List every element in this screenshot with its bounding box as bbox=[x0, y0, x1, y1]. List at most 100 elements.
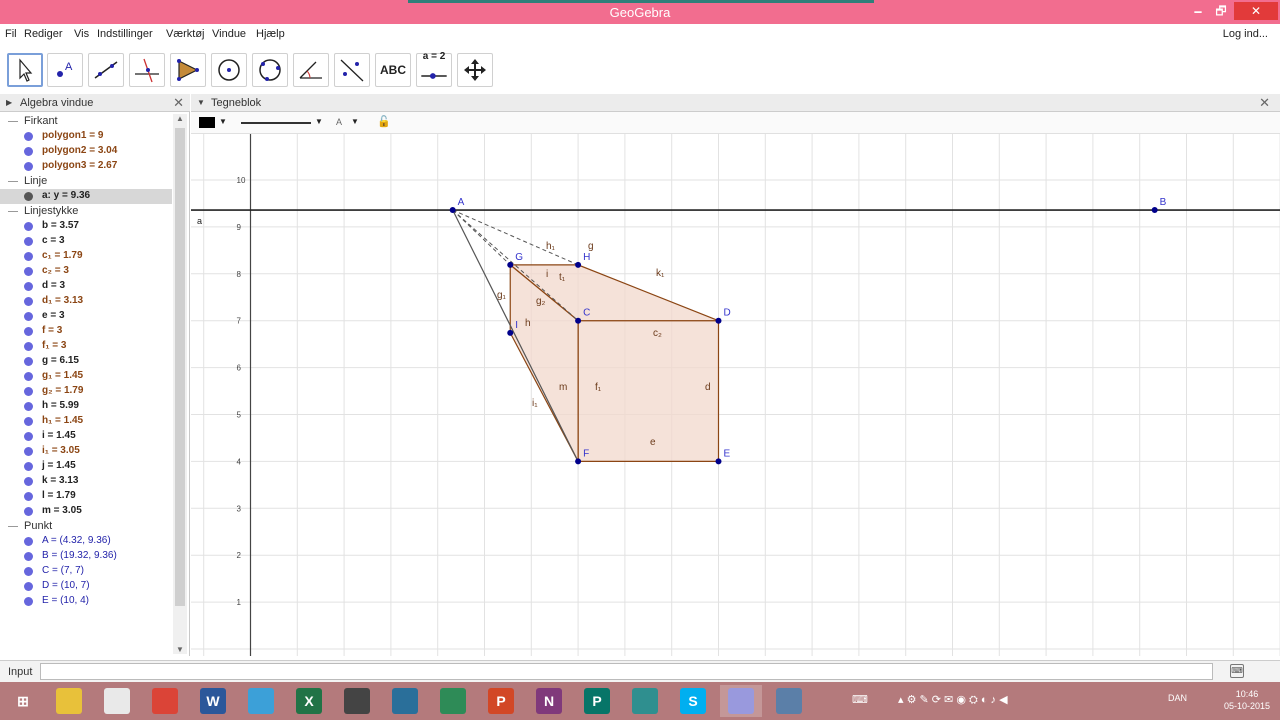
visibility-toggle[interactable] bbox=[24, 327, 33, 336]
algebra-item[interactable]: c₁ = 1.79 bbox=[0, 249, 172, 264]
taskbar-network-app[interactable] bbox=[768, 685, 810, 717]
point[interactable] bbox=[449, 207, 456, 214]
scroll-down-icon[interactable]: ▼ bbox=[176, 645, 184, 654]
visibility-toggle[interactable] bbox=[24, 267, 33, 276]
algebra-item[interactable]: m = 3.05 bbox=[0, 504, 172, 519]
point-tool-button[interactable]: A bbox=[47, 53, 83, 87]
algebra-item[interactable]: g₁ = 1.45 bbox=[0, 369, 172, 384]
algebra-item[interactable]: i = 1.45 bbox=[0, 429, 172, 444]
polygon-tool-button[interactable] bbox=[170, 53, 206, 87]
algebra-item[interactable]: e = 3 bbox=[0, 309, 172, 324]
algebra-item[interactable]: d = 3 bbox=[0, 279, 172, 294]
visibility-toggle[interactable] bbox=[24, 192, 33, 201]
visibility-toggle[interactable] bbox=[24, 597, 33, 606]
algebra-item[interactable]: d₁ = 3.13 bbox=[0, 294, 172, 309]
visibility-toggle[interactable] bbox=[24, 447, 33, 456]
visibility-toggle[interactable] bbox=[24, 312, 33, 321]
point[interactable] bbox=[575, 261, 582, 268]
algebra-item[interactable]: polygon3 = 2.67 bbox=[0, 159, 172, 174]
circle-tool-button[interactable] bbox=[211, 53, 247, 87]
algebra-item[interactable]: polygon1 = 9 bbox=[0, 129, 172, 144]
visibility-toggle[interactable] bbox=[24, 132, 33, 141]
visibility-toggle[interactable] bbox=[24, 222, 33, 231]
reflect-tool-button[interactable] bbox=[334, 53, 370, 87]
algebra-item[interactable]: f₁ = 3 bbox=[0, 339, 172, 354]
algebra-item[interactable]: polygon2 = 3.04 bbox=[0, 144, 172, 159]
visibility-toggle[interactable] bbox=[24, 432, 33, 441]
visibility-toggle[interactable] bbox=[24, 357, 33, 366]
algebra-item[interactable]: b = 3.57 bbox=[0, 219, 172, 234]
visibility-toggle[interactable] bbox=[24, 342, 33, 351]
algebra-item[interactable]: j = 1.45 bbox=[0, 459, 172, 474]
taskbar-chrome[interactable] bbox=[144, 685, 186, 717]
move-tool-button[interactable] bbox=[7, 53, 43, 87]
visibility-toggle[interactable] bbox=[24, 237, 33, 246]
algebra-item[interactable]: B = (19.32, 9.36) bbox=[0, 549, 172, 564]
chevron-down-icon[interactable]: ▼ bbox=[315, 117, 323, 126]
algebra-category[interactable]: Linjestykke bbox=[0, 204, 172, 219]
scroll-up-icon[interactable]: ▲ bbox=[176, 114, 184, 123]
chevron-down-icon[interactable]: ▼ bbox=[219, 117, 227, 126]
menu-vis[interactable]: Vis bbox=[74, 28, 89, 40]
algebra-category[interactable]: Punkt bbox=[0, 519, 172, 534]
algebra-item[interactable]: f = 3 bbox=[0, 324, 172, 339]
visibility-toggle[interactable] bbox=[24, 492, 33, 501]
taskbar-file-explorer[interactable] bbox=[48, 685, 90, 717]
slider-tool-button[interactable]: a = 2 bbox=[416, 51, 452, 87]
algebra-scrollbar[interactable]: ▲ ▼ bbox=[173, 114, 187, 654]
visibility-toggle[interactable] bbox=[24, 477, 33, 486]
taskbar-calculator[interactable] bbox=[432, 685, 474, 717]
text-tool-button[interactable]: ABC bbox=[375, 53, 411, 87]
menu-rediger[interactable]: Rediger bbox=[24, 28, 63, 40]
visibility-toggle[interactable] bbox=[24, 162, 33, 171]
algebra-item[interactable]: g₂ = 1.79 bbox=[0, 384, 172, 399]
algebra-item[interactable]: g = 6.15 bbox=[0, 354, 172, 369]
line-style-sample[interactable] bbox=[241, 122, 311, 124]
point[interactable] bbox=[715, 458, 722, 465]
algebra-item[interactable]: h₁ = 1.45 bbox=[0, 414, 172, 429]
visibility-toggle[interactable] bbox=[24, 537, 33, 546]
algebra-item[interactable]: c = 3 bbox=[0, 234, 172, 249]
algebra-item[interactable]: l = 1.79 bbox=[0, 489, 172, 504]
language-indicator[interactable]: DAN bbox=[1168, 693, 1187, 703]
clock[interactable]: 10:46 05-10-2015 bbox=[1222, 688, 1272, 712]
perpendicular-line-tool-button[interactable] bbox=[129, 53, 165, 87]
algebra-item[interactable]: k = 3.13 bbox=[0, 474, 172, 489]
visibility-toggle[interactable] bbox=[24, 147, 33, 156]
angle-tool-button[interactable] bbox=[293, 53, 329, 87]
point[interactable] bbox=[575, 317, 582, 324]
visibility-toggle[interactable] bbox=[24, 282, 33, 291]
graphics-canvas[interactable]: 1 2 3 4 5 6 7 8 9 10 a h₁ g i t₁ g₁ g₂ h c₂ m f₁ d e i₁ k₁ A B C D E F… bbox=[191, 94, 1280, 656]
taskbar-powerpoint[interactable]: P bbox=[480, 685, 522, 717]
taskbar-onenote[interactable]: N bbox=[528, 685, 570, 717]
algebra-item[interactable]: i₁ = 3.05 bbox=[0, 444, 172, 459]
algebra-item[interactable]: h = 5.99 bbox=[0, 399, 172, 414]
visibility-toggle[interactable] bbox=[24, 507, 33, 516]
taskbar-skype[interactable]: S bbox=[672, 685, 714, 717]
menu-fil[interactable]: Fil bbox=[5, 28, 17, 40]
point[interactable] bbox=[507, 261, 514, 268]
lock-icon[interactable]: 🔓 bbox=[377, 115, 391, 128]
close-icon[interactable]: ✕ bbox=[1259, 95, 1270, 111]
label-style-button[interactable]: A bbox=[336, 117, 342, 127]
taskbar-word[interactable]: W bbox=[192, 685, 234, 717]
start-button[interactable]: ⊞ bbox=[2, 685, 44, 717]
visibility-toggle[interactable] bbox=[24, 582, 33, 591]
visibility-toggle[interactable] bbox=[24, 417, 33, 426]
algebra-category[interactable]: Firkant bbox=[0, 114, 172, 129]
move-graphics-tool-button[interactable] bbox=[457, 53, 493, 87]
taskbar-excel[interactable]: X bbox=[288, 685, 330, 717]
algebra-item[interactable]: c₂ = 3 bbox=[0, 264, 172, 279]
algebra-category[interactable]: Linje bbox=[0, 174, 172, 189]
taskbar-publisher[interactable]: P bbox=[576, 685, 618, 717]
panel-triangle-icon[interactable]: ▼ bbox=[197, 98, 205, 107]
chevron-down-icon[interactable]: ▼ bbox=[351, 117, 359, 126]
taskbar-paint[interactable] bbox=[96, 685, 138, 717]
close-button[interactable]: ✕ bbox=[1234, 2, 1278, 20]
keyboard-icon[interactable]: ⌨ bbox=[1230, 664, 1244, 678]
minimize-button[interactable]: 🗕 bbox=[1186, 2, 1210, 20]
menu-vindue[interactable]: Vindue bbox=[212, 28, 246, 40]
scrollbar-thumb[interactable] bbox=[175, 128, 185, 606]
circle-three-points-tool-button[interactable] bbox=[252, 53, 288, 87]
graphics-view[interactable]: 1 2 3 4 5 6 7 8 9 10 a h₁ g i t₁ g₁ g₂ h c₂ m f₁ d e i₁ k₁ A B C D E F… bbox=[191, 94, 1280, 656]
